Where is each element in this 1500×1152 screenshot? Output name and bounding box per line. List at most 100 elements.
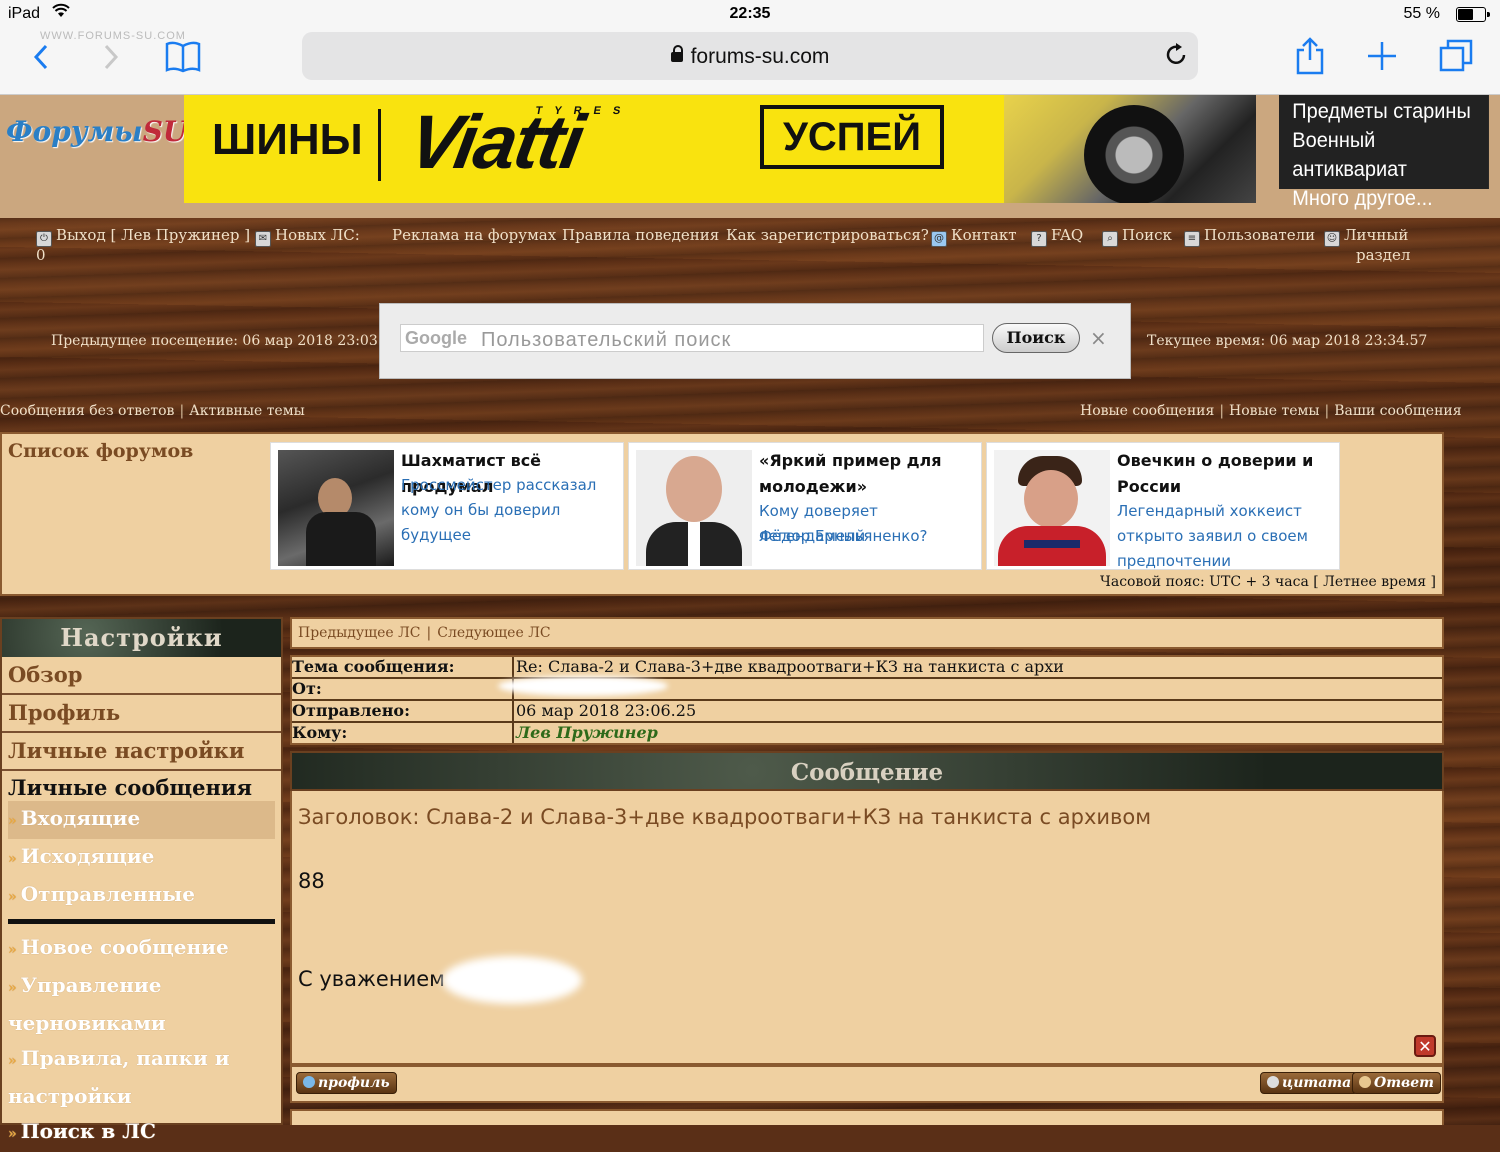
google-search: Google Пользовательский поиск Поиск × xyxy=(379,303,1131,379)
google-logo: Google xyxy=(405,328,467,348)
to-label: Кому: xyxy=(292,723,348,742)
battery-percent: 55 % xyxy=(1403,5,1440,22)
search-link[interactable]: ⌕ Поиск xyxy=(1102,226,1172,247)
sidebar-item-profile[interactable]: Профиль xyxy=(2,695,281,733)
tabs-icon[interactable] xyxy=(1438,38,1474,80)
tyres-ad[interactable]: ШИНЫ TYRES Viatti УСПЕЙ xyxy=(184,95,1256,203)
from-label: От: xyxy=(292,679,322,698)
profile-icon xyxy=(303,1076,315,1088)
antiques-ad[interactable]: Предметы старины Военный антиквариат Мно… xyxy=(1279,95,1489,210)
faq-link[interactable]: ? FAQ xyxy=(1031,226,1083,247)
browser-toolbar: WWW.FORUMS-SU.COM forums-su.com xyxy=(0,28,1500,95)
logout-link[interactable]: ⏻ Выход [ Лев Пружинер ] xyxy=(36,226,250,247)
meta-row-subject: Тема сообщения: Re: Слава-2 и Слава-3+дв… xyxy=(292,657,1442,679)
chess-photo xyxy=(278,450,394,566)
news-card[interactable]: «Яркий пример для молодежи» Кому доверяе… xyxy=(628,442,982,570)
quote-button[interactable]: цитата xyxy=(1260,1072,1359,1094)
sidebar-item-sent[interactable]: » Отправленные xyxy=(2,877,281,915)
redaction xyxy=(498,676,668,696)
search-icon: ⌕ xyxy=(1102,231,1118,247)
rules-link[interactable]: Правила поведения xyxy=(562,226,719,244)
mail-icon: ✉ xyxy=(255,231,271,247)
ad-word: ШИНЫ xyxy=(212,115,363,164)
sidebar-item-drafts[interactable]: » Управление черновиками xyxy=(2,968,281,1041)
new-posts-link[interactable]: Новые сообщения xyxy=(1080,403,1214,419)
pm-nav: Предыдущее ЛС | Следующее ЛС xyxy=(290,617,1444,649)
meta-row-sent: Отправлено: 06 мар 2018 23:06.25 xyxy=(292,701,1442,723)
ad-cta: УСПЕЙ xyxy=(760,105,944,169)
your-posts-link[interactable]: Ваши сообщения xyxy=(1334,403,1461,419)
ad-wheel-image xyxy=(1084,105,1184,203)
clock: 22:35 xyxy=(729,5,771,22)
sidebar-item-overview[interactable]: Обзор xyxy=(2,657,281,695)
forward-icon[interactable] xyxy=(100,40,122,80)
search-button[interactable]: Поиск xyxy=(992,323,1080,353)
current-time: Текущее время: 06 мар 2018 23:34.57 xyxy=(1147,333,1428,349)
new-tab-icon[interactable] xyxy=(1366,40,1398,78)
logout-icon: ⏻ xyxy=(36,231,52,247)
profile-button[interactable]: профиль xyxy=(296,1072,397,1094)
sidebar-item-inbox[interactable]: » Входящие xyxy=(8,801,275,839)
sidebar-item-pm[interactable]: Личные сообщения xyxy=(2,771,281,801)
ad-brand: TYRES Viatti xyxy=(402,100,634,185)
sidebar-item-search-pm[interactable]: » Поиск в ЛС xyxy=(2,1114,281,1152)
next-pm-link[interactable]: Следующее ЛС xyxy=(437,625,550,641)
faq-icon: ? xyxy=(1031,231,1047,247)
site-logo[interactable]: ФорумыSU xyxy=(6,115,187,148)
personal-link[interactable]: ☺ Личный xyxy=(1324,226,1408,247)
sidebar-header: Настройки xyxy=(2,619,281,657)
news-card[interactable]: Шахматист всё продумал Гроссмейстер расс… xyxy=(270,442,624,570)
reply-button[interactable]: Ответ xyxy=(1352,1072,1441,1094)
address-bar[interactable]: forums-su.com xyxy=(302,32,1198,80)
search-input[interactable]: Google Пользовательский поиск xyxy=(400,324,984,352)
side-ad-line: Предметы старины xyxy=(1292,100,1471,123)
top-nav: ⏻ Выход [ Лев Пружинер ] 0 ✉ Новых ЛС: Рек… xyxy=(0,224,1500,268)
message-text: 88 xyxy=(298,869,325,893)
news-headline: Овечкин о доверии и xyxy=(1117,451,1314,470)
site-banner: ФорумыSU ШИНЫ TYRES Viatti УСПЕЙ Предметы… xyxy=(0,95,1500,218)
register-link[interactable]: Как зарегистрироваться? xyxy=(726,226,929,244)
news-card[interactable]: Овечкин о доверии и России Легендарный х… xyxy=(986,442,1340,570)
next-panel xyxy=(290,1109,1444,1125)
back-icon[interactable] xyxy=(30,40,52,80)
fighter-photo xyxy=(636,450,752,566)
forum-list-panel: Список форумов Шахматист всё продумал Гр… xyxy=(0,432,1444,596)
sidebar-item-rules-folders[interactable]: » Правила, папки и настройки xyxy=(2,1041,281,1114)
subject-label: Тема сообщения: xyxy=(292,657,455,676)
sidebar-divider xyxy=(8,919,275,924)
ad-separator xyxy=(378,109,381,181)
side-ad-line: Много другое... xyxy=(1292,187,1433,210)
message-footer: профиль цитата Ответ xyxy=(290,1065,1444,1103)
new-topics-link[interactable]: Новые темы xyxy=(1229,403,1319,419)
reload-icon[interactable] xyxy=(1164,41,1188,74)
bookmarks-icon[interactable] xyxy=(164,40,202,80)
forum-list-link[interactable]: Список форумов xyxy=(8,440,193,462)
to-value[interactable]: Лев Пружинер xyxy=(512,723,1442,743)
unanswered-link[interactable]: Сообщения без ответов xyxy=(0,403,174,419)
status-bar: iPad 22:35 55 % xyxy=(0,0,1500,28)
sublinks-left: Сообщения без ответов | Активные темы xyxy=(0,403,305,419)
users-link[interactable]: ≡ Пользователи xyxy=(1184,226,1315,247)
hockey-photo xyxy=(994,450,1110,566)
active-topics-link[interactable]: Активные темы xyxy=(189,403,305,419)
message-body: Заголовок: Слава-2 и Слава-3+две квадроо… xyxy=(290,791,1444,1065)
sidebar-item-compose[interactable]: » Новое сообщение xyxy=(2,930,281,968)
contact-link[interactable]: @ Контакт xyxy=(931,226,1017,247)
sidebar-item-outbox[interactable]: » Исходящие xyxy=(2,839,281,877)
news-headline: «Яркий пример для xyxy=(759,451,942,470)
search-placeholder: Пользовательский поиск xyxy=(481,329,732,351)
delete-icon[interactable]: ✕ xyxy=(1414,1035,1436,1057)
users-icon: ≡ xyxy=(1184,231,1200,247)
ads-link[interactable]: Реклама на форумах xyxy=(392,226,556,244)
sidebar-item-personal-settings[interactable]: Личные настройки xyxy=(2,733,281,771)
personal-link-line2[interactable]: раздел xyxy=(1356,246,1410,264)
quote-icon xyxy=(1267,1076,1279,1088)
share-icon[interactable] xyxy=(1294,36,1326,82)
prev-pm-link[interactable]: Предыдущее ЛС xyxy=(298,625,421,641)
news-desc: Фёдор Емельяненко? xyxy=(759,527,928,545)
personal-icon: ☺ xyxy=(1324,231,1340,247)
message-signature: С уважением xyxy=(298,967,445,991)
new-pm-link[interactable]: ✉ Новых ЛС: xyxy=(255,226,360,247)
side-ad-line: Военный антиквариат xyxy=(1292,129,1407,181)
clear-icon[interactable]: × xyxy=(1090,326,1107,350)
